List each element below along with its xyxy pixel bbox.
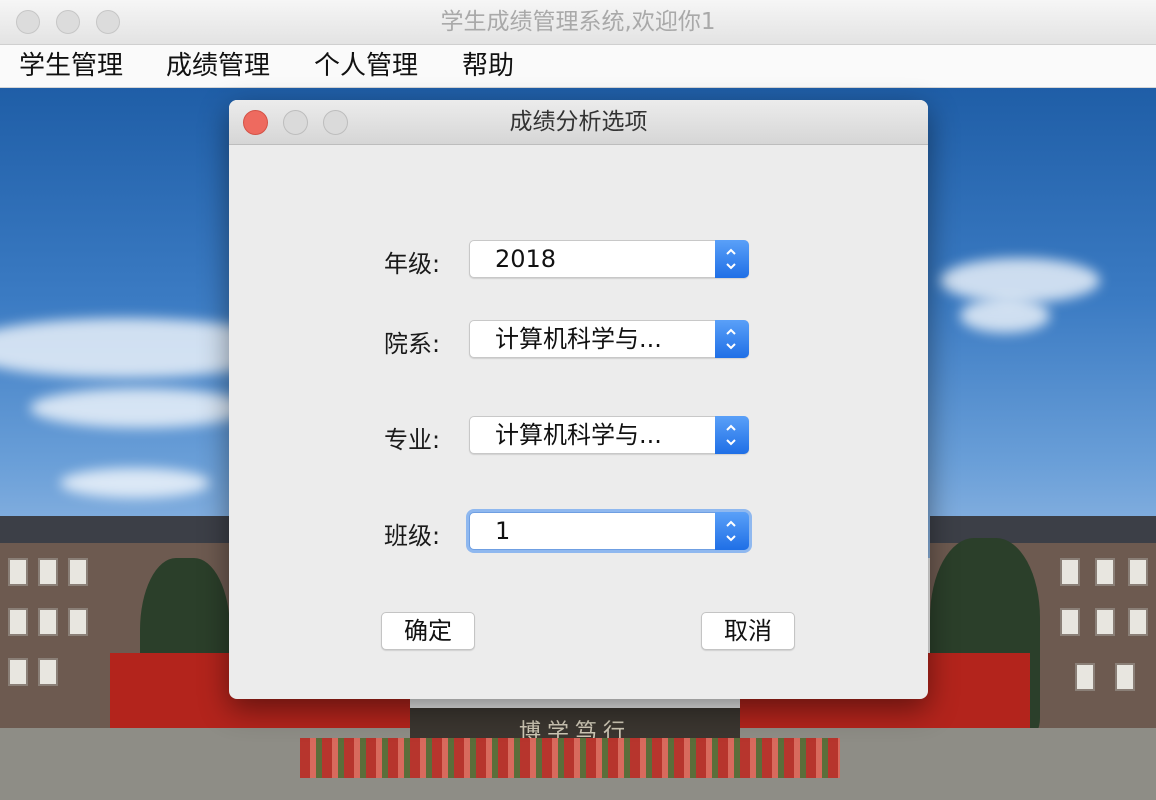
window (68, 558, 88, 586)
chevron-up-icon (726, 248, 736, 255)
department-value: 计算机科学与... (495, 325, 662, 353)
window (1115, 663, 1135, 691)
menu-bar: 学生管理 成绩管理 个人管理 帮助 (0, 45, 1156, 88)
department-stepper[interactable] (715, 320, 749, 358)
window (1060, 608, 1080, 636)
menu-student-management[interactable]: 学生管理 (19, 45, 123, 87)
window (68, 608, 88, 636)
chevron-up-icon (726, 328, 736, 335)
dialog-title-bar: 成绩分析选项 (229, 100, 928, 145)
flower-bed (300, 738, 840, 778)
dialog-title: 成绩分析选项 (509, 109, 648, 135)
window (1075, 663, 1095, 691)
window (38, 558, 58, 586)
major-stepper[interactable] (715, 416, 749, 454)
chevron-down-icon (726, 263, 736, 270)
class-stepper[interactable] (715, 512, 749, 550)
window (1128, 608, 1148, 636)
cloud (940, 258, 1100, 303)
grade-analysis-dialog: 成绩分析选项 年级: 2018 院系: 计算机科学与... 专业: 计算机科学与… (229, 100, 928, 699)
menu-personal-management[interactable]: 个人管理 (314, 45, 418, 87)
window (1095, 608, 1115, 636)
major-value: 计算机科学与... (495, 421, 662, 449)
cloud (960, 298, 1050, 333)
chevron-down-icon (726, 535, 736, 542)
class-value: 1 (495, 517, 511, 545)
grade-value: 2018 (495, 245, 557, 273)
grade-stepper[interactable] (715, 240, 749, 278)
menu-help[interactable]: 帮助 (462, 45, 514, 87)
window (8, 558, 28, 586)
chevron-down-icon (726, 439, 736, 446)
window (38, 658, 58, 686)
major-select[interactable]: 计算机科学与... (469, 416, 749, 454)
class-select[interactable]: 1 (469, 512, 749, 550)
department-label: 院系: (384, 330, 441, 358)
window (1060, 558, 1080, 586)
chevron-down-icon (726, 343, 736, 350)
window-title: 学生成绩管理系统,欢迎你1 (440, 9, 716, 35)
department-select[interactable]: 计算机科学与... (469, 320, 749, 358)
grade-select[interactable]: 2018 (469, 240, 749, 278)
cloud (30, 388, 250, 428)
confirm-button[interactable]: 确定 (381, 612, 475, 650)
chevron-up-icon (726, 520, 736, 527)
class-label: 班级: (384, 522, 441, 550)
window (1095, 558, 1115, 586)
window (38, 608, 58, 636)
major-label: 专业: (384, 426, 441, 454)
main-title-bar: 学生成绩管理系统,欢迎你1 (0, 0, 1156, 45)
menu-grade-management[interactable]: 成绩管理 (166, 45, 270, 87)
building-roof (0, 516, 230, 546)
cancel-button[interactable]: 取消 (701, 612, 795, 650)
cloud (60, 468, 210, 498)
window (8, 608, 28, 636)
window (8, 658, 28, 686)
window (1128, 558, 1148, 586)
chevron-up-icon (726, 424, 736, 431)
grade-label: 年级: (384, 250, 441, 278)
